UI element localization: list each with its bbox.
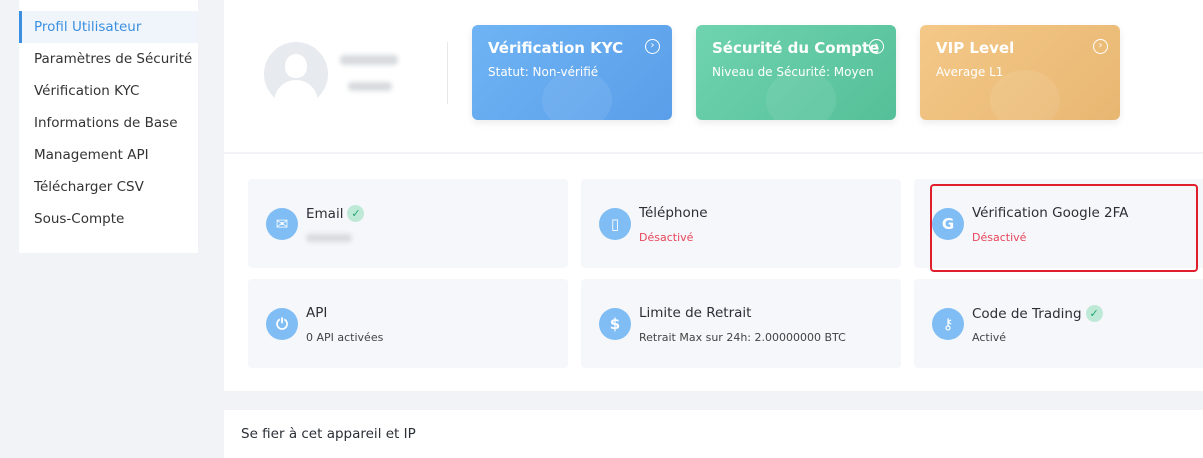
sidebar-item-sub-account[interactable]: Sous-Compte <box>19 203 198 235</box>
trust-device-section: Se fier à cet appareil et IP <box>224 410 1203 458</box>
security-card-title: Sécurité du Compte <box>712 39 880 57</box>
mail-icon: ✉ <box>266 208 298 240</box>
vip-level-card[interactable]: VIP Level Average L1 › <box>920 25 1120 120</box>
arrow-right-circle-icon[interactable]: › <box>1093 39 1108 54</box>
sidebar-item-security-settings[interactable]: Paramètres de Sécurité <box>19 43 198 75</box>
sidebar-item-profile[interactable]: Profil Utilisateur <box>19 11 198 43</box>
plug-icon: ⏻ <box>266 308 298 340</box>
sidebar-menu: Profil Utilisateur Paramètres de Sécurit… <box>19 0 198 235</box>
key-icon: ⚷ <box>932 308 964 340</box>
sidebar: Profil Utilisateur Paramètres de Sécurit… <box>19 0 198 253</box>
kyc-card-title: Vérification KYC <box>488 39 624 57</box>
google-2fa-status: Désactivé <box>972 231 1027 244</box>
account-security-card[interactable]: Sécurité du Compte Niveau de Sécurité: M… <box>696 25 896 120</box>
sidebar-item-download-csv[interactable]: Télécharger CSV <box>19 171 198 203</box>
sidebar-item-kyc[interactable]: Vérification KYC <box>19 75 198 107</box>
arrow-right-circle-icon[interactable]: › <box>645 39 660 54</box>
kyc-verification-card[interactable]: Vérification KYC Statut: Non-vérifié › <box>472 25 672 120</box>
security-features-card: ✉ Email ✓ ▯ Téléphone Désactivé G Vérific… <box>224 154 1203 391</box>
blurred-email <box>306 234 352 242</box>
api-label: API <box>306 305 328 321</box>
api-tile[interactable]: ⏻ API 0 API activées <box>248 279 568 368</box>
verified-check-icon: ✓ <box>1085 305 1103 322</box>
sidebar-item-basic-info[interactable]: Informations de Base <box>19 107 198 139</box>
email-label: Email <box>306 206 344 222</box>
sidebar-item-api-management[interactable]: Management API <box>19 139 198 171</box>
phone-icon: ▯ <box>599 208 631 240</box>
api-count: 0 API activées <box>306 331 384 344</box>
arrow-right-circle-icon[interactable]: › <box>869 39 884 54</box>
google-icon: G <box>932 208 964 240</box>
verified-check-icon: ✓ <box>347 205 365 222</box>
withdraw-limit-value: Retrait Max sur 24h: 2.00000000 BTC <box>639 331 846 344</box>
phone-label: Téléphone <box>639 205 708 221</box>
divider <box>447 42 448 104</box>
phone-status: Désactivé <box>639 231 694 244</box>
vip-card-title: VIP Level <box>936 39 1015 57</box>
blurred-user-id <box>348 82 392 91</box>
google-2fa-label: Vérification Google 2FA <box>972 205 1129 221</box>
dollar-icon: $ <box>599 308 631 340</box>
phone-tile[interactable]: ▯ Téléphone Désactivé <box>581 179 901 268</box>
blurred-username <box>340 55 398 65</box>
trading-code-status: Activé <box>972 331 1007 344</box>
trading-code-label: Code de Trading <box>972 306 1082 322</box>
withdraw-limit-label: Limite de Retrait <box>639 305 752 321</box>
trust-device-label: Se fier à cet appareil et IP <box>241 426 416 442</box>
avatar <box>264 42 328 106</box>
trading-code-tile[interactable]: ⚷ Code de Trading ✓ Activé <box>914 279 1203 368</box>
withdraw-limit-tile[interactable]: $ Limite de Retrait Retrait Max sur 24h:… <box>581 279 901 368</box>
profile-header-card: Vérification KYC Statut: Non-vérifié › S… <box>224 0 1203 152</box>
google-2fa-tile[interactable]: G Vérification Google 2FA Désactivé <box>914 179 1203 268</box>
email-tile[interactable]: ✉ Email ✓ <box>248 179 568 268</box>
